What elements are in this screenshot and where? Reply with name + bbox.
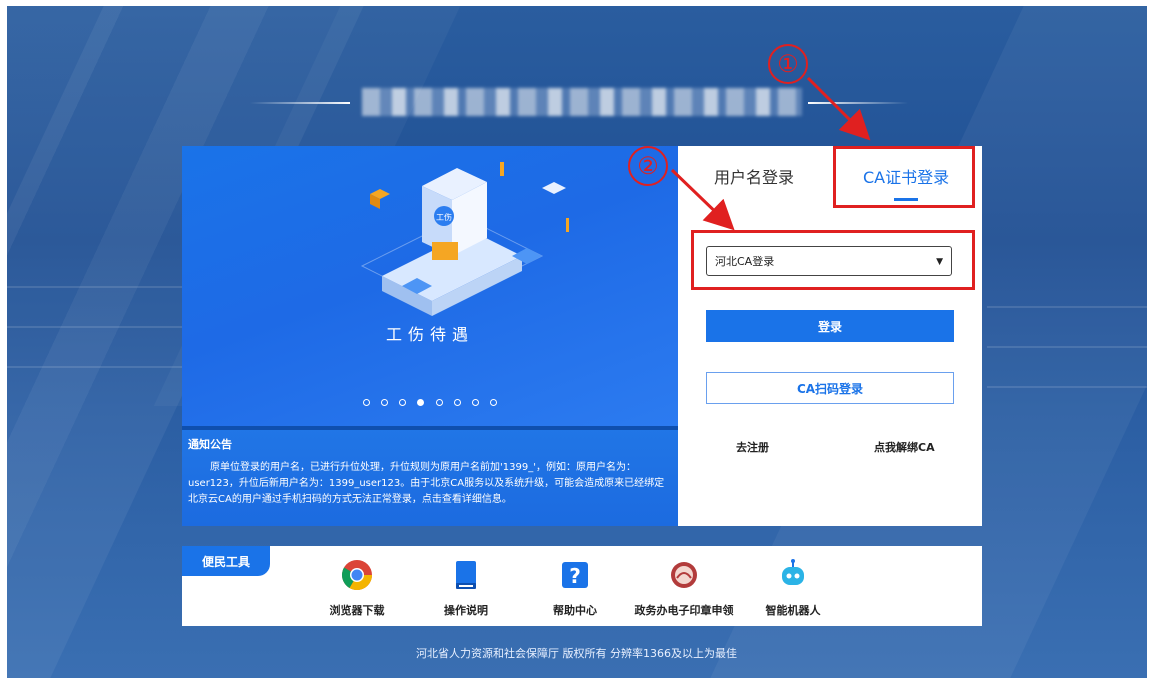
tool-label: 帮助中心 bbox=[553, 604, 597, 617]
carousel-dots bbox=[182, 391, 678, 410]
tool-label: 政务办电子印章申领 bbox=[634, 604, 734, 617]
carousel-dot[interactable] bbox=[471, 399, 479, 406]
badge-label: 工伤 bbox=[436, 212, 452, 222]
help-icon: ? bbox=[562, 562, 588, 588]
book-icon bbox=[456, 561, 476, 589]
chrome-icon bbox=[341, 560, 372, 591]
carousel-dot[interactable] bbox=[381, 399, 389, 406]
tool-e-seal-apply[interactable]: 政务办电子印章申领 bbox=[624, 558, 744, 618]
carousel-caption: 工伤待遇 bbox=[385, 325, 474, 344]
carousel-dot[interactable] bbox=[435, 399, 443, 406]
carousel-dot[interactable] bbox=[399, 399, 407, 406]
notice-body[interactable]: 原单位登录的用户名，已进行升位处理，升位规则为原用户名前加'1399_'，例如：… bbox=[188, 460, 674, 508]
carousel-dot[interactable] bbox=[489, 399, 497, 406]
tool-smart-robot[interactable]: 智能机器人 bbox=[733, 558, 853, 618]
notice-panel: 通知公告 原单位登录的用户名，已进行升位处理，升位规则为原用户名前加'1399_… bbox=[182, 426, 678, 526]
tool-label: 操作说明 bbox=[444, 604, 488, 617]
tools-panel: 便民工具 浏览器下载 操作说明 ? 帮助中心 政务办电子印章申领 智能机器人 bbox=[182, 546, 982, 626]
svg-text:?: ? bbox=[569, 564, 581, 588]
notice-title: 通知公告 bbox=[188, 438, 232, 451]
annotation-box-ca-tab bbox=[833, 146, 975, 208]
carousel-dot[interactable] bbox=[363, 399, 371, 406]
robot-icon bbox=[782, 559, 804, 585]
annotation-step1-icon: ① bbox=[768, 44, 808, 84]
annotation-step2-icon: ② bbox=[628, 146, 668, 186]
tool-browser-download[interactable]: 浏览器下载 bbox=[297, 558, 417, 618]
title-line-left bbox=[250, 102, 350, 104]
site-title bbox=[250, 88, 910, 118]
unbind-ca-link[interactable]: 点我解绑CA bbox=[874, 439, 935, 455]
carousel-dot-active[interactable] bbox=[417, 399, 425, 406]
tool-help-center[interactable]: ? 帮助中心 bbox=[515, 558, 635, 618]
seal-icon bbox=[671, 562, 697, 588]
title-line-right bbox=[808, 102, 908, 104]
carousel-panel[interactable]: 工伤 工伤待遇 bbox=[182, 146, 678, 426]
carousel-dot[interactable] bbox=[453, 399, 461, 406]
tools-title: 便民工具 bbox=[182, 546, 270, 576]
blurred-title bbox=[362, 88, 802, 116]
ca-scan-login-button[interactable]: CA扫码登录 bbox=[706, 372, 954, 404]
login-button[interactable]: 登录 bbox=[706, 310, 954, 342]
notice-divider bbox=[182, 426, 678, 430]
tool-label: 浏览器下载 bbox=[329, 604, 385, 617]
footer-copyright: 河北省人力资源和社会保障厅 版权所有 分辨率1366及以上为最佳 bbox=[416, 647, 737, 660]
tool-label: 智能机器人 bbox=[765, 604, 821, 617]
register-link[interactable]: 去注册 bbox=[736, 439, 769, 455]
tab-username-login[interactable]: 用户名登录 bbox=[714, 164, 794, 188]
tool-operation-guide[interactable]: 操作说明 bbox=[406, 558, 526, 618]
annotation-box-ca-select bbox=[691, 230, 975, 290]
